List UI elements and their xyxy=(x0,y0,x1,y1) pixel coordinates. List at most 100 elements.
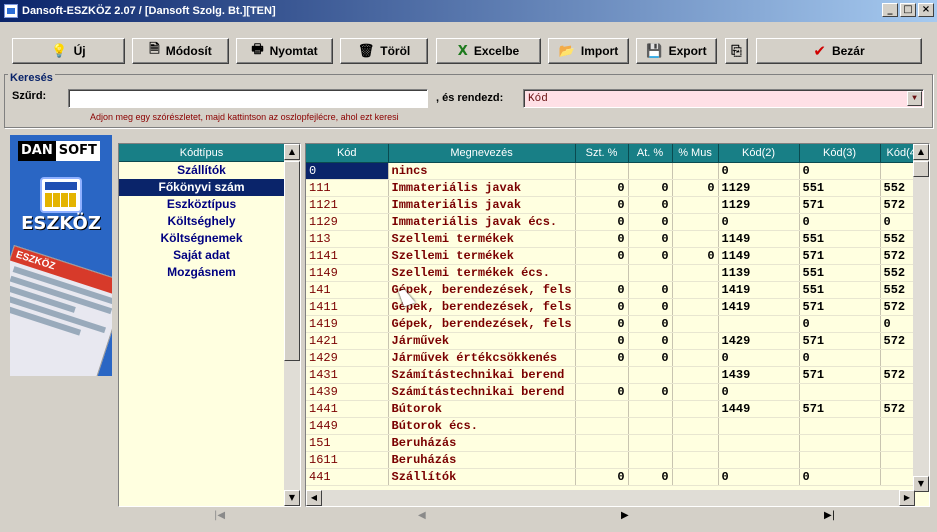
table-cell[interactable]: Számítástechnikai berend xyxy=(388,383,576,401)
table-cell[interactable]: 0 xyxy=(799,468,881,486)
table-row[interactable]: 1149 Szellemi termékek écs. 1139 551 552 xyxy=(306,264,927,282)
codetype-scrollbar[interactable]: ▲ ▼ xyxy=(284,144,300,506)
table-row[interactable]: 1431 Számítástechnikai berend 1439 571 572 xyxy=(306,366,927,384)
table-cell[interactable]: 0 xyxy=(575,315,629,333)
codetype-item[interactable]: Költséghely xyxy=(119,213,284,230)
table-cell[interactable]: 571 xyxy=(799,366,881,384)
table-cell[interactable]: Számítástechnikai berend xyxy=(388,366,576,384)
last-record-button[interactable]: ▶| xyxy=(824,510,835,521)
table-cell[interactable]: 1411 xyxy=(306,298,389,316)
table-cell[interactable]: 0 xyxy=(628,349,673,367)
table-cell[interactable]: 0 xyxy=(672,247,719,265)
table-cell[interactable] xyxy=(672,162,719,180)
table-cell[interactable]: 1431 xyxy=(306,366,389,384)
scroll-right-icon[interactable]: ▶ xyxy=(899,490,915,506)
table-cell[interactable]: Immateriális javak écs. xyxy=(388,213,576,231)
table-cell[interactable]: 1419 xyxy=(718,298,800,316)
scroll-down-icon[interactable]: ▼ xyxy=(913,476,929,492)
table-cell[interactable]: Gépek, berendezések, fels xyxy=(388,281,576,299)
grid-horizontal-scrollbar[interactable]: ◀ ▶ xyxy=(306,490,915,506)
column-header[interactable]: At. % xyxy=(628,144,673,163)
table-row[interactable]: 0 nincs 0 0 xyxy=(306,162,927,180)
table-cell[interactable]: 1129 xyxy=(718,179,800,197)
table-cell[interactable]: 0 xyxy=(718,213,800,231)
minimize-button[interactable]: _ xyxy=(882,3,898,17)
edit-button[interactable]: 🗎 Módosít xyxy=(132,38,229,64)
table-cell[interactable]: 0 xyxy=(628,468,673,486)
table-cell[interactable]: Beruházás xyxy=(388,434,576,452)
table-row[interactable]: 1419 Gépek, berendezések, fels 0 0 0 0 xyxy=(306,315,927,333)
table-cell[interactable]: 113 xyxy=(306,230,389,248)
table-cell[interactable]: Járművek xyxy=(388,332,576,350)
codetype-list[interactable]: Kódtípus Szállítók Főkönyvi szám Eszköztíp… xyxy=(118,143,301,507)
table-cell[interactable] xyxy=(672,349,719,367)
table-cell[interactable] xyxy=(575,162,629,180)
table-cell[interactable]: 1439 xyxy=(306,383,389,401)
scroll-thumb[interactable] xyxy=(284,161,300,361)
column-header[interactable]: Kód xyxy=(306,144,389,163)
table-cell[interactable]: Gépek, berendezések, fels xyxy=(388,298,576,316)
table-cell[interactable]: 1441 xyxy=(306,400,389,418)
table-cell[interactable]: 1121 xyxy=(306,196,389,214)
column-header[interactable]: Kód(3) xyxy=(799,144,881,163)
table-cell[interactable] xyxy=(672,451,719,469)
table-cell[interactable] xyxy=(672,468,719,486)
table-cell[interactable]: 1421 xyxy=(306,332,389,350)
table-cell[interactable]: 0 xyxy=(672,179,719,197)
table-cell[interactable]: 1419 xyxy=(306,315,389,333)
table-cell[interactable] xyxy=(575,264,629,282)
table-cell[interactable]: 1449 xyxy=(718,400,800,418)
print-button[interactable]: 🖶 Nyomtat xyxy=(236,38,333,64)
table-cell[interactable]: 1419 xyxy=(718,281,800,299)
table-cell[interactable] xyxy=(575,417,629,435)
table-row[interactable]: 113 Szellemi termékek 0 0 1149 551 552 xyxy=(306,230,927,248)
excel-button[interactable]: X Excelbe xyxy=(436,38,541,64)
first-record-button[interactable]: |◀ xyxy=(214,510,225,521)
table-cell[interactable]: 0 xyxy=(799,349,881,367)
table-cell[interactable]: 0 xyxy=(628,230,673,248)
table-cell[interactable] xyxy=(628,417,673,435)
table-cell[interactable]: 1149 xyxy=(306,264,389,282)
table-row[interactable]: 1429 Járművek értékcsökkenés 0 0 0 0 xyxy=(306,349,927,367)
table-cell[interactable]: 0 xyxy=(575,213,629,231)
table-cell[interactable]: 1429 xyxy=(718,332,800,350)
table-cell[interactable]: 0 xyxy=(799,162,881,180)
table-cell[interactable]: 0 xyxy=(628,247,673,265)
table-cell[interactable]: 551 xyxy=(799,179,881,197)
table-cell[interactable]: 0 xyxy=(575,468,629,486)
table-cell[interactable]: 1129 xyxy=(306,213,389,231)
table-cell[interactable] xyxy=(575,366,629,384)
scroll-thumb[interactable] xyxy=(913,161,929,177)
delete-button[interactable]: 🗑 Töröl xyxy=(340,38,428,64)
scroll-up-icon[interactable]: ▲ xyxy=(284,144,300,160)
codetype-list-header[interactable]: Kódtípus xyxy=(119,144,284,162)
column-header[interactable]: Szt. % xyxy=(575,144,629,163)
data-grid[interactable]: Kód Megnevezés Szt. % At. %% Mus Kód(2) Kód(3… xyxy=(305,143,930,507)
table-cell[interactable]: 0 xyxy=(575,247,629,265)
previous-record-button[interactable]: ◀ xyxy=(418,510,426,521)
codetype-item[interactable]: Szállítók xyxy=(119,162,284,179)
table-cell[interactable]: nincs xyxy=(388,162,576,180)
table-cell[interactable] xyxy=(575,400,629,418)
table-cell[interactable] xyxy=(672,230,719,248)
import-button[interactable]: 📂 Import xyxy=(548,38,629,64)
table-cell[interactable]: 0 xyxy=(718,468,800,486)
table-cell[interactable]: 1149 xyxy=(718,230,800,248)
table-cell[interactable]: 1149 xyxy=(718,247,800,265)
codetype-item[interactable]: Mozgásnem xyxy=(119,264,284,281)
table-cell[interactable]: 0 xyxy=(575,332,629,350)
table-cell[interactable] xyxy=(575,434,629,452)
table-cell[interactable] xyxy=(628,400,673,418)
table-cell[interactable] xyxy=(672,298,719,316)
column-header[interactable]: % Mus xyxy=(672,144,719,163)
table-cell[interactable]: 0 xyxy=(575,383,629,401)
close-window-button[interactable]: × xyxy=(918,3,934,17)
table-cell[interactable]: Járművek értékcsökkenés xyxy=(388,349,576,367)
table-cell[interactable]: Gépek, berendezések, fels xyxy=(388,315,576,333)
table-cell[interactable] xyxy=(799,383,881,401)
table-cell[interactable]: Szállítók xyxy=(388,468,576,486)
table-cell[interactable]: 0 xyxy=(628,281,673,299)
table-cell[interactable] xyxy=(628,451,673,469)
filter-input[interactable] xyxy=(68,89,428,108)
table-cell[interactable] xyxy=(799,434,881,452)
